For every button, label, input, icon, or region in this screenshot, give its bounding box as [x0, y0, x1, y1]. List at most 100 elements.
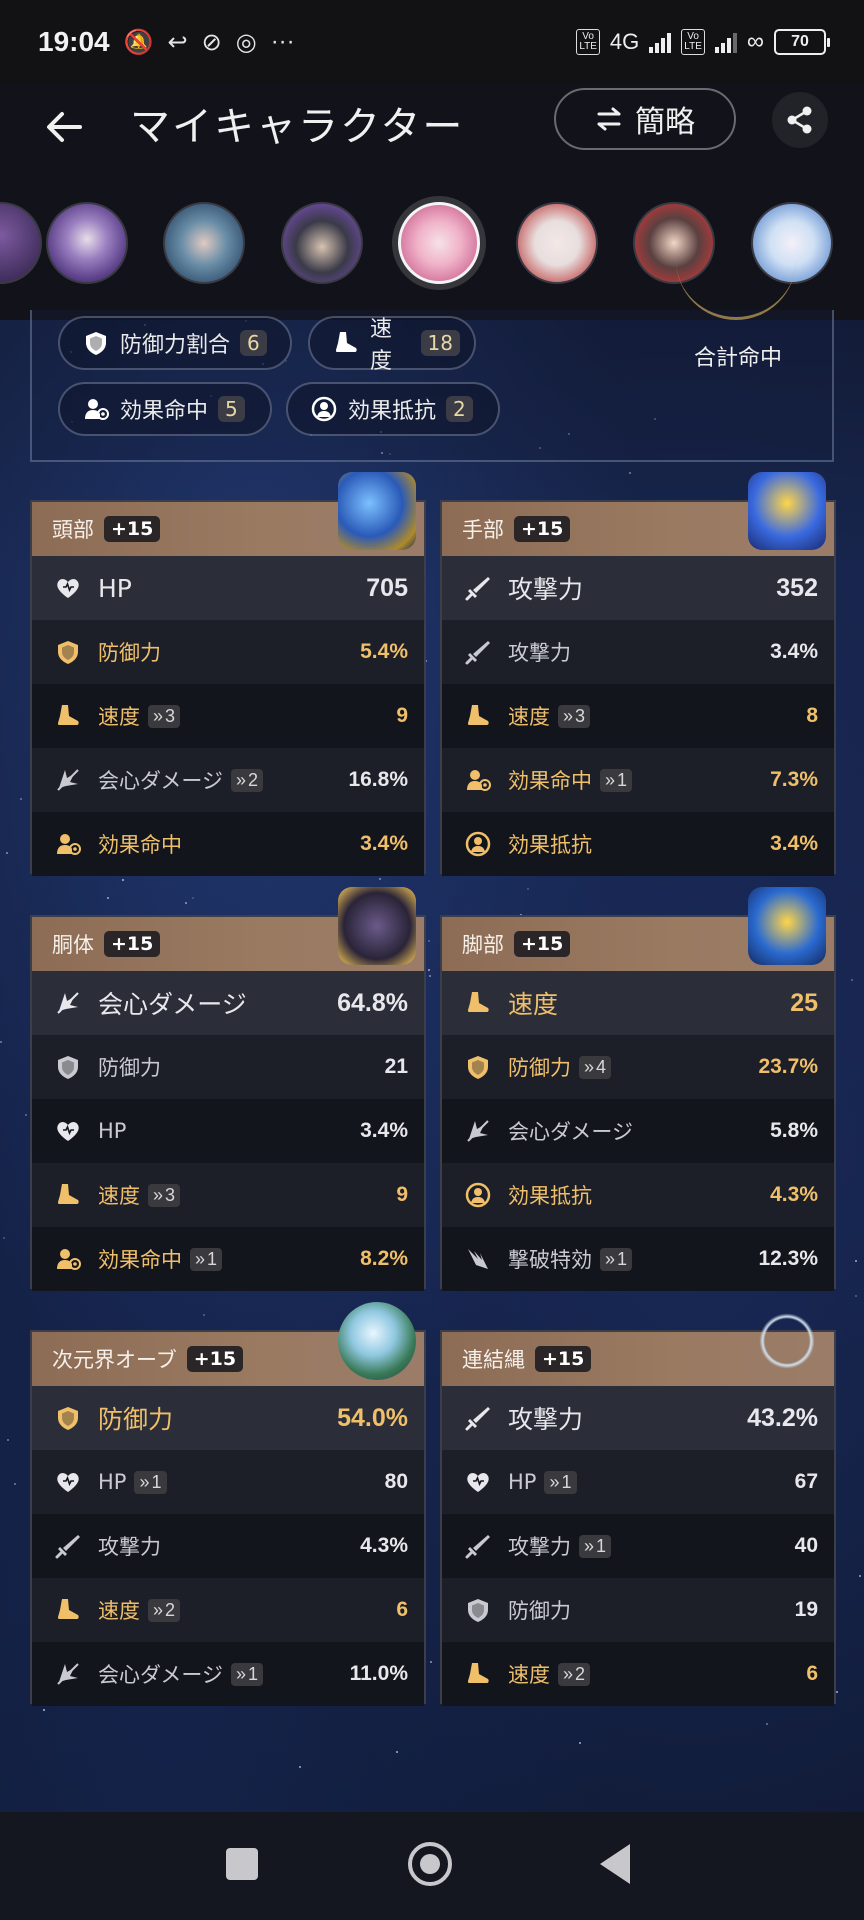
roll-count: 2	[575, 1663, 586, 1684]
summary-pill: 効果抵抗 2	[286, 382, 500, 436]
home-button[interactable]	[408, 1842, 452, 1886]
roll-arrow-icon: »	[563, 1663, 574, 1684]
relic-card[interactable]: 手部 +15 攻撃力 352 攻撃力 3.4% 速度» 3 8 効果命中» 1 7.3% 効果抵抗 3.4…	[440, 472, 836, 876]
character-avatar[interactable]	[281, 202, 363, 284]
roll-count-badge: » 1	[579, 1534, 612, 1558]
stat-name: 効果命中	[98, 833, 182, 857]
vpn-icon: ⊘	[201, 28, 222, 56]
relic-level-badge: +15	[514, 931, 571, 957]
relic-card[interactable]: 次元界オーブ +15 防御力 54.0% HP» 1 80 攻撃力 4.3% 速度» 2 6 会心ダメー…	[30, 1302, 426, 1706]
relic-card[interactable]: 連結縄 +15 攻撃力 43.2% HP» 1 67 攻撃力» 1 40 防御力 19 速度» 2 6	[440, 1302, 836, 1706]
relic-sub-stat: 攻撃力 4.3%	[32, 1514, 424, 1578]
reply-icon: ↩	[167, 28, 188, 56]
relic-sub-stat: 攻撃力 3.4%	[442, 620, 834, 684]
star-dot	[836, 1691, 838, 1693]
sword-icon	[464, 1404, 492, 1432]
star-dot	[20, 798, 22, 800]
roll-count: 1	[207, 1248, 218, 1269]
relic-main-stat: 防御力 54.0%	[32, 1386, 424, 1450]
relic-main-stat: 攻撃力 43.2%	[442, 1386, 834, 1450]
stat-name-wrap: 速度 » 3	[98, 701, 396, 731]
stat-name-wrap: HP » 1	[98, 1470, 385, 1494]
stat-name: 速度	[98, 705, 140, 729]
relic-sub-stat: 速度 » 3 8	[442, 684, 834, 748]
star-dot	[429, 975, 431, 977]
stat-name-wrap: 防御力	[98, 1400, 337, 1436]
star-dot	[396, 1751, 398, 1753]
stat-value: 5.8%	[770, 1119, 818, 1142]
stat-value: 67	[794, 1470, 818, 1493]
stat-name-wrap: 防御力 » 4	[508, 1052, 758, 1082]
summary-pill-count: 5	[218, 396, 245, 422]
stat-name: 速度	[98, 1184, 140, 1208]
star-dot	[855, 1295, 857, 1297]
stat-value: 23.7%	[758, 1055, 818, 1078]
summary-pill-label: 防御力割合	[120, 333, 231, 358]
relic-sub-stat: 会心ダメージ 5.8%	[442, 1099, 834, 1163]
relic-slot-label: 脚部	[462, 933, 504, 957]
crit-dmg-icon	[464, 1117, 492, 1145]
star-dot	[6, 852, 8, 854]
stat-name: HP	[98, 573, 132, 603]
stat-value: 11.0%	[349, 1662, 408, 1685]
stat-value: 3.4%	[360, 832, 408, 855]
relic-sub-stat: 防御力 19	[442, 1578, 834, 1642]
stat-name: 会心ダメージ	[98, 769, 223, 793]
armor-icon	[338, 887, 416, 965]
star-dot	[855, 1260, 857, 1262]
roll-count-badge: » 2	[230, 768, 263, 792]
character-avatar[interactable]	[516, 202, 598, 284]
stat-value: 8.2%	[360, 1247, 408, 1270]
stat-name-wrap: 攻撃力	[508, 637, 770, 667]
stat-name-wrap: 会心ダメージ	[508, 1116, 770, 1146]
sword-icon	[464, 1532, 492, 1560]
chrome-icon: ◎	[235, 28, 257, 56]
roll-count: 1	[617, 769, 628, 790]
character-avatar[interactable]	[0, 202, 42, 284]
roll-arrow-icon: »	[549, 1471, 560, 1492]
relic-sub-stat: HP » 1 80	[32, 1450, 424, 1514]
stat-value: 16.8%	[348, 768, 408, 791]
roll-count-badge: » 3	[558, 704, 591, 728]
stat-name-wrap: 効果命中 » 1	[508, 765, 770, 795]
effect-res-icon	[464, 1181, 492, 1209]
roll-count: 3	[165, 1184, 176, 1205]
shield-icon	[54, 638, 82, 666]
stat-name: 効果命中	[508, 769, 592, 793]
character-avatar[interactable]	[163, 202, 245, 284]
share-button[interactable]	[772, 92, 828, 148]
stat-name: 攻撃力	[508, 575, 584, 604]
sword-icon	[54, 1532, 82, 1560]
stat-name-wrap: 速度 » 2	[508, 1659, 806, 1689]
shield-icon	[54, 1404, 82, 1432]
back-button[interactable]	[40, 102, 90, 152]
gauntlet-icon	[748, 472, 826, 550]
stat-name-wrap: 効果命中 » 1	[98, 1244, 360, 1274]
roll-arrow-icon: »	[584, 1535, 595, 1556]
relic-sub-stat: 効果命中 » 1 7.3%	[442, 748, 834, 812]
character-avatar[interactable]	[46, 202, 128, 284]
heart-icon	[54, 574, 82, 602]
back-nav-button[interactable]	[600, 1844, 630, 1884]
star-dot	[430, 1661, 432, 1663]
boot-icon	[464, 702, 492, 730]
star-dot	[379, 878, 381, 880]
star-dot	[0, 1041, 2, 1043]
relic-card[interactable]: 頭部 +15 HP 705 防御力 5.4% 速度» 3 9 会心ダメージ» 2 16.8% 効果命中 3…	[30, 472, 426, 876]
relic-sub-stat: 速度 » 3 9	[32, 684, 424, 748]
roll-arrow-icon: »	[235, 769, 246, 790]
status-bar: 19:04 🔕 ↩ ⊘ ◎ ··· Vo LTE 4G Vo LTE ∞ 70	[0, 0, 864, 84]
stat-name-wrap: HP	[98, 1119, 360, 1143]
star-dot	[299, 1766, 301, 1768]
character-avatar-selected[interactable]	[398, 202, 480, 284]
relic-card[interactable]: 胴体 +15 会心ダメージ 64.8% 防御力 21 HP 3.4% 速度» 3 9 効果命中» 1 8.…	[30, 887, 426, 1291]
heart-icon	[54, 1468, 82, 1496]
roll-arrow-icon: »	[153, 1184, 164, 1205]
simple-view-toggle[interactable]: 簡略	[554, 88, 736, 150]
relic-card[interactable]: 脚部 +15 速度 25 防御力» 4 23.7% 会心ダメージ 5.8% 効果抵抗 4.3% 撃破特…	[440, 887, 836, 1291]
recents-button[interactable]	[226, 1848, 258, 1880]
relic-main-stat: HP 705	[32, 556, 424, 620]
stat-value: 5.4%	[360, 640, 408, 663]
stat-name-wrap: 効果命中	[98, 829, 360, 859]
star-dot	[3, 1237, 5, 1239]
